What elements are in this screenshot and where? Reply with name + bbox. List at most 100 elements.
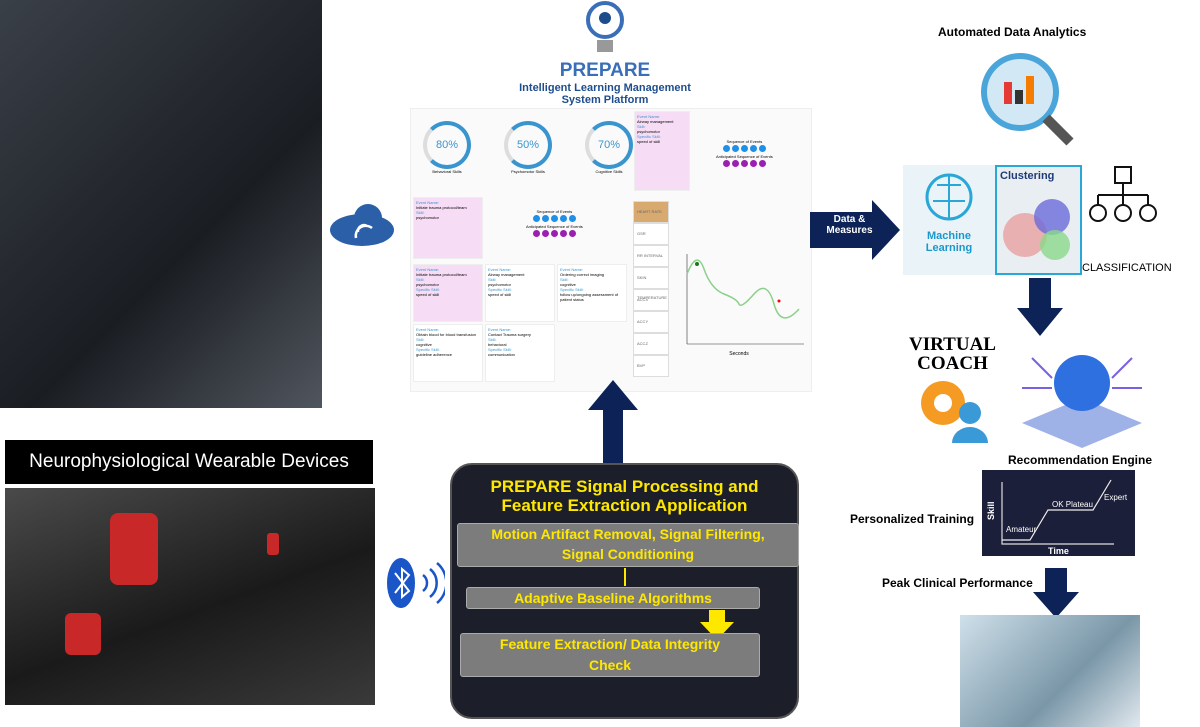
sequence-dot[interactable] xyxy=(740,145,748,152)
processing-step: Adaptive Baseline Algorithms xyxy=(466,587,760,609)
sequence-dot[interactable] xyxy=(731,145,739,152)
sequence-dot[interactable] xyxy=(568,215,576,222)
gauge: 70% Cognitive Skills xyxy=(585,121,633,174)
peak-performance-label: Peak Clinical Performance xyxy=(882,576,1033,590)
simulation-photo xyxy=(0,0,322,408)
sequence-dot[interactable] xyxy=(722,145,730,152)
wearables-title-box: Neurophysiological Wearable Devices xyxy=(5,440,373,484)
logo-subtitle: System Platform xyxy=(561,94,649,106)
heart-rate-chart: Seconds xyxy=(686,254,804,357)
event-name: Obtain blood for blood transfusion xyxy=(416,332,477,337)
sequence-dot[interactable] xyxy=(568,230,576,237)
gauge-value: 70% xyxy=(585,121,633,169)
sequence-dot[interactable] xyxy=(749,160,757,167)
bluetooth-icon xyxy=(387,558,445,608)
y-label: Skill xyxy=(986,501,996,520)
logo-title: PREPARE xyxy=(559,60,651,81)
event-card[interactable]: Event Name: Obtain blood for blood transf… xyxy=(413,324,483,382)
virtual-coach: VIRTUAL COACH xyxy=(900,335,1005,450)
clinical-photo xyxy=(960,615,1140,727)
gauge: 80% Behavioral Skills xyxy=(423,121,471,174)
event-card[interactable]: Event Name: Initiate trauma protocol/team… xyxy=(413,264,483,322)
classification-label: CLASSIFICATION xyxy=(1082,262,1172,274)
personalized-training-label: Personalized Training xyxy=(850,512,975,526)
stage-label: Expert xyxy=(1104,493,1128,502)
stage-label: OK Plateau xyxy=(1052,500,1093,509)
cluster-venn-icon xyxy=(1003,199,1070,260)
signal-list: HEART RATE GSR RR INTERVAL SKIN TEMPERATURE… xyxy=(633,201,669,377)
brain-circuit-icon xyxy=(925,173,973,221)
analytics-label: Automated Data Analytics xyxy=(938,25,1087,39)
gauge-value: 80% xyxy=(423,121,471,169)
sequence-dot[interactable] xyxy=(740,160,748,167)
gauge-label: Psychomotor Skills xyxy=(511,169,545,174)
specific-skill: follow up/ongoing assessment of patient … xyxy=(560,292,619,302)
processing-step: Feature Extraction/ Data Integrity Check xyxy=(460,633,760,677)
sequence-dot[interactable] xyxy=(550,230,558,237)
connector-line xyxy=(624,568,626,586)
wearables-title: Neurophysiological Wearable Devices xyxy=(29,451,349,472)
sequence-mid: Sequence of Events Anticipated Sequence o… xyxy=(526,209,583,239)
processing-title: PREPARE Signal Processing and Feature Ex… xyxy=(490,477,759,515)
dashboard: 80% Behavioral Skills 50% Psychomotor Skil… xyxy=(410,108,812,392)
analytics-magnifier-icon xyxy=(981,53,1074,146)
clustering-label: Clustering xyxy=(1000,170,1055,182)
signal-tab[interactable]: RR INTERVAL xyxy=(633,245,669,267)
gauge: 50% Psychomotor Skills xyxy=(504,121,552,174)
classification-tree-icon xyxy=(1089,166,1157,222)
x-axis-label: Seconds xyxy=(729,351,749,357)
skill: psychomotor xyxy=(416,215,439,220)
event-card[interactable]: Event Name: Airway management Skill: psycho… xyxy=(634,111,690,191)
cloud-wifi-icon xyxy=(330,204,394,246)
arrow-down xyxy=(1033,568,1079,618)
signal-processing-box: PREPARE Signal Processing and Feature Ex… xyxy=(450,463,799,719)
recommendation-engine-icon xyxy=(1022,355,1142,448)
processing-step: Motion Artifact Removal, Signal Filterin… xyxy=(457,523,799,567)
coach-gear-person-icon xyxy=(920,381,988,443)
sequence-dot[interactable] xyxy=(550,215,558,222)
sequence-top: Sequence of Events Anticipated Sequence o… xyxy=(716,139,773,169)
arrow-up xyxy=(588,380,638,465)
ml-label: Machine Learning xyxy=(925,230,973,254)
stage-label: Amateur xyxy=(1006,525,1037,534)
machine-learning-box: Machine Learning xyxy=(903,165,995,275)
signal-tab[interactable]: ACCZ xyxy=(633,333,669,355)
sequence-dot[interactable] xyxy=(758,160,766,167)
specific-skill: guideline adherence xyxy=(416,352,453,357)
sequence-dot[interactable] xyxy=(722,160,730,167)
event-card[interactable]: Event Name: Ordering correct imaging Skill… xyxy=(557,264,627,322)
signal-tab[interactable]: ACCY xyxy=(633,311,669,333)
lightbulb-icon xyxy=(586,1,624,52)
wearable-device xyxy=(110,513,158,585)
gauge-label: Cognitive Skills xyxy=(595,169,623,174)
signal-tab[interactable]: GSR xyxy=(633,223,669,245)
x-label: Time xyxy=(1048,546,1069,556)
recommendation-label: Recommendation Engine xyxy=(1008,453,1153,467)
signal-tab[interactable]: HEART RATE xyxy=(633,201,669,223)
sequence-dot[interactable] xyxy=(731,160,739,167)
sequence-dot[interactable] xyxy=(541,230,549,237)
prepare-logo: PREPARE Intelligent Learning Management … xyxy=(510,0,700,106)
wearables-photo xyxy=(5,488,375,705)
logo-subtitle: Intelligent Learning Management xyxy=(519,82,691,94)
sequence-dot[interactable] xyxy=(758,145,766,152)
signal-tab[interactable]: BVP xyxy=(633,355,669,377)
sequence-dot[interactable] xyxy=(541,215,549,222)
sequence-dot[interactable] xyxy=(532,230,540,237)
specific-skill: speed of skill xyxy=(416,292,440,297)
sequence-dot[interactable] xyxy=(559,215,567,222)
specific-skill: speed of skill xyxy=(637,139,661,144)
event-card[interactable]: Event Name: Initiate trauma protocol/team… xyxy=(413,197,483,259)
data-measures-label: Data & Measures xyxy=(826,214,873,236)
skill-curve-graph: Skill Time Amateur OK Plateau Expert xyxy=(982,470,1135,556)
gauges: 80% Behavioral Skills 50% Psychomotor Skil… xyxy=(423,121,633,174)
signal-tab[interactable]: SKIN TEMPERATURE xyxy=(633,267,669,300)
event-card[interactable]: Event Name: Contact Trauma surgery Skill: b… xyxy=(485,324,555,382)
event-card[interactable]: Event Name: Airway management Skill: psycho… xyxy=(485,264,555,322)
sequence-dot[interactable] xyxy=(559,230,567,237)
sequence-dot[interactable] xyxy=(749,145,757,152)
specific-skill: speed of skill xyxy=(488,292,512,297)
clustering-box: Clustering xyxy=(995,165,1082,275)
specific-skill: communication xyxy=(488,352,515,357)
sequence-dot[interactable] xyxy=(532,215,540,222)
